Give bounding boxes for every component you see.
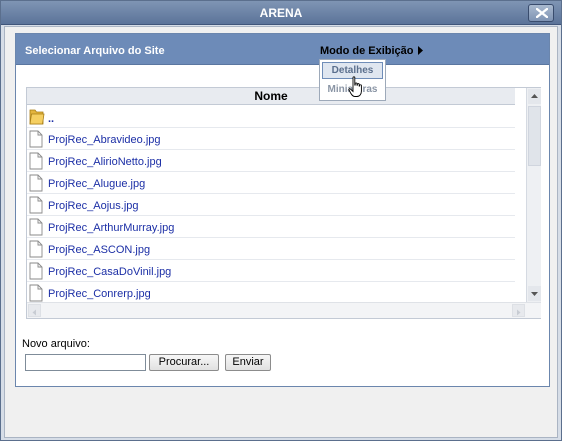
file-picker-panel: Selecionar Arquivo do Site Modo de Exibi… xyxy=(15,33,550,387)
file-icon xyxy=(29,130,43,148)
column-header-nome[interactable]: Nome xyxy=(27,88,515,105)
list-item-name: ProjRec_AlirioNetto.jpg xyxy=(48,156,162,168)
file-icon xyxy=(29,262,43,280)
list-item[interactable]: ProjRec_Aojus.jpg xyxy=(27,194,515,216)
window-title: ARENA xyxy=(259,6,303,20)
send-button[interactable]: Enviar xyxy=(225,354,271,371)
panel-header: Selecionar Arquivo do Site Modo de Exibi… xyxy=(16,34,549,65)
folder-icon xyxy=(29,109,45,125)
arrow-left-icon xyxy=(32,309,36,316)
new-file-label: Novo arquivo: xyxy=(22,338,90,350)
list-item[interactable]: ProjRec_Abravideo.jpg xyxy=(27,128,515,150)
list-item-name: ProjRec_Alugue.jpg xyxy=(48,178,146,190)
list-item[interactable]: ProjRec_Conrerp.jpg xyxy=(27,282,515,302)
list-item-name: ProjRec_Aojus.jpg xyxy=(48,200,139,212)
dialog-window: ARENA Selecionar Arquivo do Site Modo de… xyxy=(0,0,562,441)
file-icon xyxy=(29,218,43,236)
list-item-name: ProjRec_Conrerp.jpg xyxy=(48,288,151,300)
arrow-down-icon xyxy=(531,292,538,296)
close-button[interactable] xyxy=(528,4,554,22)
list-item-name: ProjRec_ArthurMurray.jpg xyxy=(48,222,175,234)
list-item-parent-folder[interactable]: .. xyxy=(27,106,515,128)
list-item[interactable]: ProjRec_ASCON.jpg xyxy=(27,238,515,260)
file-path-input[interactable] xyxy=(25,354,146,371)
panel-title: Selecionar Arquivo do Site xyxy=(25,45,165,57)
file-icon xyxy=(29,284,43,302)
list-item[interactable]: ProjRec_ArthurMurray.jpg xyxy=(27,216,515,238)
file-icon xyxy=(29,152,43,170)
view-mode-menu[interactable]: Modo de Exibição xyxy=(320,45,423,57)
scroll-up-button[interactable] xyxy=(528,89,541,104)
title-bar[interactable]: ARENA xyxy=(1,1,561,25)
list-item-name: .. xyxy=(48,113,55,125)
file-icon xyxy=(29,240,43,258)
close-icon xyxy=(536,8,548,18)
scrollbar-thumb[interactable] xyxy=(528,106,541,166)
list-item[interactable]: ProjRec_AlirioNetto.jpg xyxy=(27,150,515,172)
file-list: Nome .. ProjRec_Abravideo.jpg ProjRec_Al… xyxy=(26,87,541,319)
horizontal-scrollbar[interactable] xyxy=(27,302,541,318)
scroll-left-button[interactable] xyxy=(28,304,41,317)
vertical-scrollbar[interactable] xyxy=(526,88,541,302)
list-item-name: ProjRec_CasaDoVinil.jpg xyxy=(48,266,172,278)
dialog-content: Selecionar Arquivo do Site Modo de Exibi… xyxy=(4,26,558,438)
arrow-right-icon xyxy=(517,309,521,316)
view-mode-label: Modo de Exibição xyxy=(320,45,414,57)
list-item-name: ProjRec_ASCON.jpg xyxy=(48,244,151,256)
caret-right-icon xyxy=(417,46,423,55)
file-icon xyxy=(29,196,43,214)
list-item[interactable]: ProjRec_CasaDoVinil.jpg xyxy=(27,260,515,282)
file-icon xyxy=(29,174,43,192)
scroll-down-button[interactable] xyxy=(528,286,541,301)
file-rows: .. ProjRec_Abravideo.jpg ProjRec_AlirioN… xyxy=(27,106,515,302)
list-item[interactable]: ProjRec_Alugue.jpg xyxy=(27,172,515,194)
list-item-name: ProjRec_Abravideo.jpg xyxy=(48,134,161,146)
hand-cursor-icon xyxy=(348,76,362,97)
arrow-up-icon xyxy=(531,94,538,98)
browse-button[interactable]: Procurar... xyxy=(149,354,219,371)
scroll-right-button[interactable] xyxy=(512,304,525,317)
